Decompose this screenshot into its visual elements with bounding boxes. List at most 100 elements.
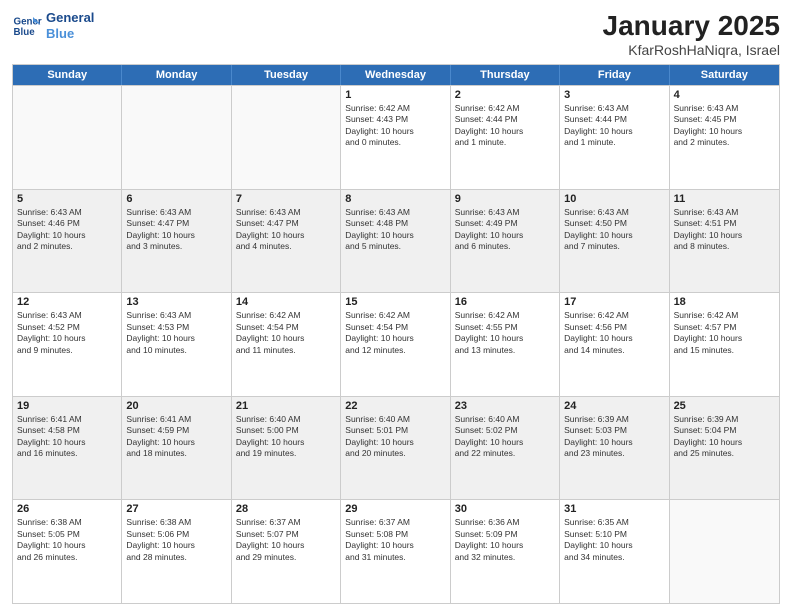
calendar-cell: 12 Sunrise: 6:43 AM Sunset: 4:52 PM Dayli… [13,293,122,396]
calendar-cell: 9 Sunrise: 6:43 AM Sunset: 4:49 PM Daylig… [451,190,560,293]
day-info: Sunrise: 6:40 AM Sunset: 5:01 PM Dayligh… [345,414,445,460]
logo: General Blue General Blue [12,10,94,41]
day-info: Sunrise: 6:38 AM Sunset: 5:05 PM Dayligh… [17,517,117,563]
calendar: SundayMondayTuesdayWednesdayThursdayFrid… [12,64,780,604]
calendar-cell: 28 Sunrise: 6:37 AM Sunset: 5:07 PM Dayli… [232,500,341,603]
weekday-header: Monday [122,65,231,85]
day-number: 22 [345,400,445,412]
calendar-cell: 16 Sunrise: 6:42 AM Sunset: 4:55 PM Dayli… [451,293,560,396]
weekday-header: Thursday [451,65,560,85]
day-info: Sunrise: 6:43 AM Sunset: 4:47 PM Dayligh… [126,207,226,253]
title-block: January 2025 KfarRoshHaNiqra, Israel [603,10,780,58]
day-info: Sunrise: 6:43 AM Sunset: 4:52 PM Dayligh… [17,310,117,356]
calendar-subtitle: KfarRoshHaNiqra, Israel [603,42,780,58]
day-info: Sunrise: 6:39 AM Sunset: 5:04 PM Dayligh… [674,414,775,460]
calendar-cell: 5Sunrise: 6:43 AM Sunset: 4:46 PM Daylig… [13,190,122,293]
logo-text2: Blue [46,26,94,42]
calendar-week: 12 Sunrise: 6:43 AM Sunset: 4:52 PM Dayli… [13,292,779,396]
calendar-cell [232,86,341,189]
calendar-cell: 30 Sunrise: 6:36 AM Sunset: 5:09 PM Dayli… [451,500,560,603]
day-info: Sunrise: 6:42 AM Sunset: 4:57 PM Dayligh… [674,310,775,356]
day-number: 27 [126,503,226,515]
day-number: 15 [345,296,445,308]
day-info: Sunrise: 6:38 AM Sunset: 5:06 PM Dayligh… [126,517,226,563]
day-info: Sunrise: 6:37 AM Sunset: 5:08 PM Dayligh… [345,517,445,563]
day-info: Sunrise: 6:35 AM Sunset: 5:10 PM Dayligh… [564,517,664,563]
day-info: Sunrise: 6:42 AM Sunset: 4:54 PM Dayligh… [345,310,445,356]
day-number: 9 [455,193,555,205]
day-number: 26 [17,503,117,515]
day-number: 16 [455,296,555,308]
day-number: 14 [236,296,336,308]
day-number: 18 [674,296,775,308]
day-number: 30 [455,503,555,515]
day-number: 25 [674,400,775,412]
calendar-cell: 18 Sunrise: 6:42 AM Sunset: 4:57 PM Dayli… [670,293,779,396]
day-number: 21 [236,400,336,412]
day-number: 24 [564,400,664,412]
calendar-cell: 29 Sunrise: 6:37 AM Sunset: 5:08 PM Dayli… [341,500,450,603]
day-info: Sunrise: 6:43 AM Sunset: 4:53 PM Dayligh… [126,310,226,356]
weekday-header: Wednesday [341,65,450,85]
calendar-week: 19Sunrise: 6:41 AM Sunset: 4:58 PM Dayli… [13,396,779,500]
calendar-cell: 22 Sunrise: 6:40 AM Sunset: 5:01 PM Dayli… [341,397,450,500]
calendar-cell: 25 Sunrise: 6:39 AM Sunset: 5:04 PM Dayli… [670,397,779,500]
day-number: 28 [236,503,336,515]
calendar-cell: 17Sunrise: 6:42 AM Sunset: 4:56 PM Dayli… [560,293,669,396]
day-info: Sunrise: 6:43 AM Sunset: 4:48 PM Dayligh… [345,207,445,253]
calendar-week: 26 Sunrise: 6:38 AM Sunset: 5:05 PM Dayli… [13,499,779,603]
day-number: 23 [455,400,555,412]
day-number: 12 [17,296,117,308]
day-number: 7 [236,193,336,205]
calendar-cell: 8 Sunrise: 6:43 AM Sunset: 4:48 PM Daylig… [341,190,450,293]
day-info: Sunrise: 6:37 AM Sunset: 5:07 PM Dayligh… [236,517,336,563]
calendar-cell: 3 Sunrise: 6:43 AM Sunset: 4:44 PM Daylig… [560,86,669,189]
day-info: Sunrise: 6:43 AM Sunset: 4:51 PM Dayligh… [674,207,775,253]
day-number: 19 [17,400,117,412]
calendar-cell [13,86,122,189]
day-number: 3 [564,89,664,101]
day-number: 6 [126,193,226,205]
calendar-week: 5Sunrise: 6:43 AM Sunset: 4:46 PM Daylig… [13,189,779,293]
logo-text: General [46,10,94,26]
calendar-cell: 31 Sunrise: 6:35 AM Sunset: 5:10 PM Dayli… [560,500,669,603]
calendar-cell: 27 Sunrise: 6:38 AM Sunset: 5:06 PM Dayli… [122,500,231,603]
day-info: Sunrise: 6:40 AM Sunset: 5:00 PM Dayligh… [236,414,336,460]
day-info: Sunrise: 6:42 AM Sunset: 4:44 PM Dayligh… [455,103,555,149]
weekday-header: Sunday [13,65,122,85]
day-info: Sunrise: 6:43 AM Sunset: 4:44 PM Dayligh… [564,103,664,149]
day-number: 1 [345,89,445,101]
calendar-cell: 4 Sunrise: 6:43 AM Sunset: 4:45 PM Daylig… [670,86,779,189]
calendar-cell: 14 Sunrise: 6:42 AM Sunset: 4:54 PM Dayli… [232,293,341,396]
weekday-header: Saturday [670,65,779,85]
calendar-cell: 24Sunrise: 6:39 AM Sunset: 5:03 PM Dayli… [560,397,669,500]
weekday-header: Tuesday [232,65,341,85]
day-info: Sunrise: 6:43 AM Sunset: 4:45 PM Dayligh… [674,103,775,149]
day-number: 2 [455,89,555,101]
day-info: Sunrise: 6:42 AM Sunset: 4:55 PM Dayligh… [455,310,555,356]
svg-text:Blue: Blue [14,27,36,38]
day-number: 31 [564,503,664,515]
logo-icon: General Blue [12,11,42,41]
page: General Blue General Blue January 2025 K… [0,0,792,612]
day-info: Sunrise: 6:36 AM Sunset: 5:09 PM Dayligh… [455,517,555,563]
calendar-cell: 21 Sunrise: 6:40 AM Sunset: 5:00 PM Dayli… [232,397,341,500]
day-info: Sunrise: 6:40 AM Sunset: 5:02 PM Dayligh… [455,414,555,460]
day-info: Sunrise: 6:42 AM Sunset: 4:56 PM Dayligh… [564,310,664,356]
calendar-body: 1Sunrise: 6:42 AM Sunset: 4:43 PM Daylig… [13,85,779,603]
day-number: 10 [564,193,664,205]
calendar-cell [122,86,231,189]
day-number: 8 [345,193,445,205]
day-number: 4 [674,89,775,101]
calendar-title: January 2025 [603,10,780,42]
calendar-cell: 10Sunrise: 6:43 AM Sunset: 4:50 PM Dayli… [560,190,669,293]
day-info: Sunrise: 6:43 AM Sunset: 4:49 PM Dayligh… [455,207,555,253]
day-number: 13 [126,296,226,308]
calendar-header: SundayMondayTuesdayWednesdayThursdayFrid… [13,65,779,85]
day-info: Sunrise: 6:43 AM Sunset: 4:47 PM Dayligh… [236,207,336,253]
calendar-cell: 7 Sunrise: 6:43 AM Sunset: 4:47 PM Daylig… [232,190,341,293]
day-number: 29 [345,503,445,515]
calendar-cell: 1Sunrise: 6:42 AM Sunset: 4:43 PM Daylig… [341,86,450,189]
day-info: Sunrise: 6:42 AM Sunset: 4:54 PM Dayligh… [236,310,336,356]
calendar-cell: 26 Sunrise: 6:38 AM Sunset: 5:05 PM Dayli… [13,500,122,603]
